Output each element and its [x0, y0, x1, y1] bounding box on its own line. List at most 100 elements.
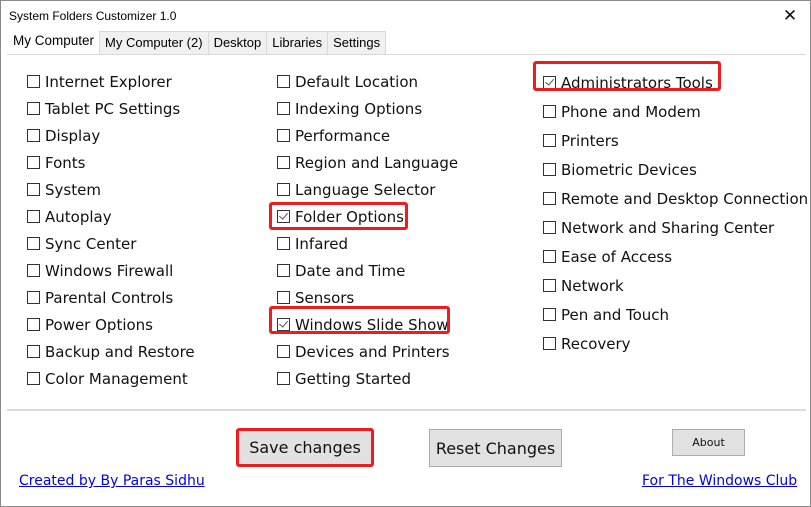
- checkbox-unchecked[interactable]: [27, 291, 40, 304]
- checkbox-unchecked[interactable]: [27, 156, 40, 169]
- checkbox-unchecked[interactable]: [27, 102, 40, 115]
- tab-desktop[interactable]: Desktop: [207, 31, 268, 54]
- checkbox-unchecked[interactable]: [543, 192, 556, 205]
- checkbox-item[interactable]: Date and Time: [277, 257, 458, 284]
- checkbox-unchecked[interactable]: [277, 156, 290, 169]
- checkbox-unchecked[interactable]: [543, 134, 556, 147]
- checkbox-label: Devices and Printers: [295, 342, 450, 361]
- tab-strip: My Computer My Computer (2) Desktop Libr…: [7, 29, 387, 54]
- checkbox-unchecked[interactable]: [277, 237, 290, 250]
- checkbox-unchecked[interactable]: [543, 250, 556, 263]
- checkbox-item[interactable]: Sync Center: [27, 230, 195, 257]
- checkbox-label: Power Options: [45, 315, 153, 334]
- tab-libraries[interactable]: Libraries: [266, 31, 329, 54]
- checkbox-item[interactable]: System: [27, 176, 195, 203]
- checkbox-item[interactable]: Phone and Modem: [543, 97, 808, 126]
- tab-settings[interactable]: Settings: [327, 31, 387, 54]
- reset-changes-button[interactable]: Reset Changes: [429, 429, 562, 467]
- checkbox-unchecked[interactable]: [543, 337, 556, 350]
- checkbox-item[interactable]: Performance: [277, 122, 458, 149]
- checkbox-item[interactable]: Pen and Touch: [543, 300, 808, 329]
- checkbox-label: System: [45, 180, 101, 199]
- checkbox-item[interactable]: Fonts: [27, 149, 195, 176]
- checkbox-item[interactable]: Network: [543, 271, 808, 300]
- checkbox-column-3: Administrators Tools Phone and Modem Print…: [543, 68, 808, 358]
- checkbox-label: Pen and Touch: [561, 305, 670, 324]
- checkbox-label: Region and Language: [295, 153, 459, 172]
- checkbox-unchecked[interactable]: [27, 318, 40, 331]
- checkbox-unchecked[interactable]: [277, 372, 290, 385]
- checkbox-label: Sensors: [295, 288, 355, 307]
- checkbox-item[interactable]: Language Selector: [277, 176, 458, 203]
- checkbox-unchecked[interactable]: [277, 102, 290, 115]
- checkbox-label: Tablet PC Settings: [45, 99, 181, 118]
- checkbox-label: Autoplay: [45, 207, 112, 226]
- checkbox-item[interactable]: Power Options: [27, 311, 195, 338]
- checkbox-label: Default Location: [295, 72, 419, 91]
- checkbox-item[interactable]: Default Location: [277, 68, 458, 95]
- checkbox-column-2: Default Location Indexing Options Performa…: [277, 68, 458, 392]
- checkbox-item[interactable]: Indexing Options: [277, 95, 458, 122]
- checkbox-label: Infared: [295, 234, 348, 253]
- checkbox-unchecked[interactable]: [543, 279, 556, 292]
- checkbox-unchecked[interactable]: [27, 372, 40, 385]
- checkbox-unchecked[interactable]: [277, 129, 290, 142]
- checkbox-unchecked[interactable]: [27, 75, 40, 88]
- checkbox-unchecked[interactable]: [543, 163, 556, 176]
- highlight-folder-options: [269, 202, 408, 230]
- checkbox-item[interactable]: Windows Firewall: [27, 257, 195, 284]
- tab-my-computer-2[interactable]: My Computer (2): [99, 31, 209, 54]
- checkbox-item[interactable]: Tablet PC Settings: [27, 95, 195, 122]
- checkbox-label: Performance: [295, 126, 391, 145]
- checkbox-item[interactable]: Internet Explorer: [27, 68, 195, 95]
- checkbox-unchecked[interactable]: [27, 129, 40, 142]
- checkbox-item[interactable]: Region and Language: [277, 149, 458, 176]
- checkbox-unchecked[interactable]: [277, 291, 290, 304]
- checkbox-label: Getting Started: [295, 369, 411, 388]
- checkbox-label: Phone and Modem: [561, 102, 701, 121]
- checkbox-label: Language Selector: [295, 180, 436, 199]
- checkbox-unchecked[interactable]: [27, 345, 40, 358]
- checkbox-item[interactable]: Backup and Restore: [27, 338, 195, 365]
- checkbox-unchecked[interactable]: [277, 75, 290, 88]
- title-bar: System Folders Customizer 1.0 ✕: [1, 1, 810, 31]
- checkbox-label: Indexing Options: [295, 99, 423, 118]
- checkbox-item[interactable]: Devices and Printers: [277, 338, 458, 365]
- checkbox-item[interactable]: Parental Controls: [27, 284, 195, 311]
- windows-club-link[interactable]: For The Windows Club: [642, 473, 797, 489]
- checkbox-item[interactable]: Remote and Desktop Connection: [543, 184, 808, 213]
- checkbox-unchecked[interactable]: [277, 264, 290, 277]
- checkbox-item[interactable]: Autoplay: [27, 203, 195, 230]
- checkbox-unchecked[interactable]: [27, 183, 40, 196]
- checkbox-label: Network and Sharing Center: [561, 218, 775, 237]
- checkbox-item[interactable]: Infared: [277, 230, 458, 257]
- tab-my-computer[interactable]: My Computer: [7, 29, 101, 54]
- checkbox-item[interactable]: Network and Sharing Center: [543, 213, 808, 242]
- window-title: System Folders Customizer 1.0: [9, 9, 177, 23]
- checkbox-unchecked[interactable]: [27, 237, 40, 250]
- checkbox-label: Recovery: [561, 334, 631, 353]
- checkbox-unchecked[interactable]: [27, 210, 40, 223]
- about-button[interactable]: About: [672, 429, 745, 456]
- close-icon[interactable]: ✕: [780, 6, 800, 26]
- checkbox-unchecked[interactable]: [277, 183, 290, 196]
- checkbox-label: Network: [561, 276, 624, 295]
- checkbox-item[interactable]: Ease of Access: [543, 242, 808, 271]
- tab-panel: Internet Explorer Tablet PC Settings Displ…: [7, 54, 808, 411]
- checkbox-unchecked[interactable]: [543, 221, 556, 234]
- checkbox-unchecked[interactable]: [543, 308, 556, 321]
- created-by-link[interactable]: Created by By Paras Sidhu: [19, 473, 205, 489]
- checkbox-label: Internet Explorer: [45, 72, 172, 91]
- checkbox-item[interactable]: Printers: [543, 126, 808, 155]
- checkbox-unchecked[interactable]: [543, 105, 556, 118]
- checkbox-item[interactable]: Getting Started: [277, 365, 458, 392]
- checkbox-label: Windows Firewall: [45, 261, 174, 280]
- checkbox-item[interactable]: Recovery: [543, 329, 808, 358]
- checkbox-unchecked[interactable]: [277, 345, 290, 358]
- checkbox-item[interactable]: Biometric Devices: [543, 155, 808, 184]
- checkbox-unchecked[interactable]: [27, 264, 40, 277]
- checkbox-item[interactable]: Color Management: [27, 365, 195, 392]
- checkbox-label: Printers: [561, 131, 619, 150]
- checkbox-item[interactable]: Display: [27, 122, 195, 149]
- checkbox-label: Color Management: [45, 369, 188, 388]
